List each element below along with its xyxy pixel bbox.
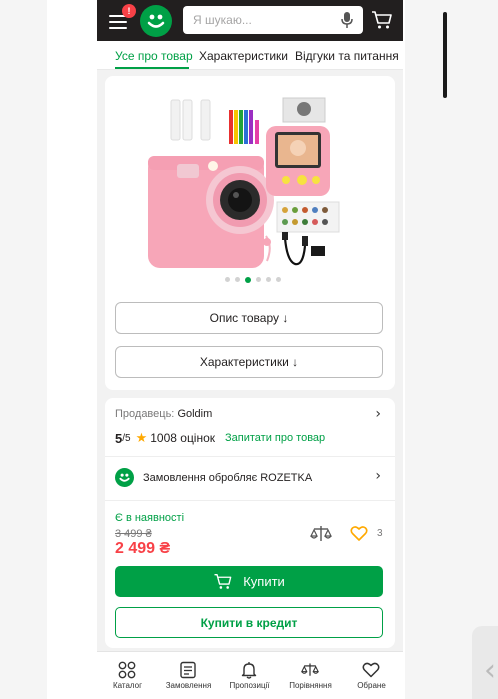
- nav-catalog[interactable]: Каталог: [97, 652, 158, 699]
- right-gutter: [405, 0, 498, 699]
- buy-button-label: Купити: [243, 574, 285, 589]
- active-tab-indicator: [115, 67, 189, 69]
- search-input[interactable]: Я шукаю...: [183, 6, 363, 34]
- tab-all-about-product[interactable]: Усе про товар: [115, 49, 193, 63]
- product-gallery-card: Опис товару ↓ Характеристики ↓: [105, 76, 395, 390]
- divider: [105, 456, 395, 457]
- top-bar: ! Я шукаю...: [97, 0, 403, 41]
- nav-offers[interactable]: Пропозиції: [219, 652, 280, 699]
- orders-icon: [180, 661, 196, 679]
- left-gutter: [0, 0, 47, 699]
- ask-question-link[interactable]: Запитати про товар: [225, 432, 325, 444]
- bottom-navigation: Каталог Замовлення Пропозиції Порівняння…: [97, 651, 403, 699]
- nav-compare[interactable]: Порівняння: [280, 652, 341, 699]
- rating-score: 5: [115, 430, 123, 446]
- screen: ‹ ! Я шукаю... Усе про товар Характерист…: [0, 0, 498, 699]
- chevron-left-icon: ‹: [484, 652, 496, 688]
- bell-icon: [241, 662, 257, 679]
- catalog-icon: [118, 661, 136, 679]
- tab-characteristics[interactable]: Характеристики: [199, 49, 288, 63]
- rozetka-logo[interactable]: [140, 5, 172, 37]
- seller-label: Продавець:: [115, 408, 175, 420]
- reviews-count[interactable]: 1008 оцінок: [150, 431, 215, 445]
- order-processor-text[interactable]: Замовлення обробляє ROZETKA: [143, 472, 312, 484]
- product-tabs: Усе про товар Характеристики Відгуки та …: [97, 41, 403, 70]
- seller-name[interactable]: Goldim: [177, 408, 212, 420]
- product-image[interactable]: [145, 96, 355, 274]
- nav-label: Порівняння: [289, 681, 332, 690]
- page-scrollbar[interactable]: [443, 12, 447, 98]
- nav-label: Пропозиції: [229, 681, 270, 690]
- nav-label: Замовлення: [165, 681, 212, 690]
- gallery-dot[interactable]: [225, 277, 230, 282]
- rozetka-smile-icon: [119, 473, 130, 482]
- buy-on-credit-button[interactable]: Купити в кредит: [115, 607, 383, 638]
- search-placeholder: Я шукаю...: [193, 13, 252, 27]
- tab-reviews-questions[interactable]: Відгуки та питання: [295, 49, 399, 63]
- nav-orders[interactable]: Замовлення: [158, 652, 219, 699]
- burger-line: [109, 27, 127, 29]
- availability-status: Є в наявності: [115, 512, 185, 524]
- old-price: 3 499 ₴: [115, 528, 152, 540]
- cart-icon[interactable]: [371, 10, 393, 30]
- divider: [105, 500, 395, 501]
- cart-icon: [214, 574, 232, 589]
- rating-row: 5 /5 ★ 1008 оцінок Запитати про товар: [115, 430, 325, 446]
- heart-icon: [362, 662, 380, 678]
- favorites-count: 3: [377, 528, 383, 539]
- back-gesture-handle[interactable]: ‹: [472, 626, 498, 699]
- chevron-right-icon[interactable]: ›: [375, 468, 381, 484]
- compare-icon: [301, 663, 319, 676]
- chevron-right-icon[interactable]: ›: [375, 406, 381, 422]
- description-button[interactable]: Опис товару ↓: [115, 302, 383, 334]
- gallery-dot[interactable]: [276, 277, 281, 282]
- gallery-dot[interactable]: [266, 277, 271, 282]
- star-icon: ★: [135, 430, 148, 445]
- nav-favorites[interactable]: Обране: [341, 652, 402, 699]
- rozetka-smile-icon: [147, 14, 165, 28]
- heart-icon[interactable]: [350, 525, 368, 542]
- gallery-dot-active[interactable]: [245, 276, 251, 283]
- burger-line: [109, 21, 127, 23]
- rating-max: /5: [122, 432, 131, 444]
- notification-badge: !: [122, 4, 136, 18]
- rozetka-app: ! Я шукаю... Усе про товар Характеристик…: [97, 0, 403, 699]
- nav-label: Каталог: [112, 681, 143, 690]
- compare-scales-icon[interactable]: [310, 524, 332, 544]
- seller-row[interactable]: Продавець: Goldim: [115, 408, 212, 420]
- gallery-dot[interactable]: [256, 277, 261, 282]
- microphone-icon[interactable]: [339, 11, 355, 29]
- purchase-card: Продавець: Goldim › 5 /5 ★ 1008 оцінок З…: [105, 398, 395, 648]
- characteristics-button[interactable]: Характеристики ↓: [115, 346, 383, 378]
- buy-button[interactable]: Купити: [115, 566, 383, 597]
- rozetka-small-logo: [115, 468, 134, 487]
- nav-label: Обране: [357, 681, 386, 690]
- current-price: 2 499 ₴: [115, 540, 171, 557]
- gallery-dot[interactable]: [235, 277, 240, 282]
